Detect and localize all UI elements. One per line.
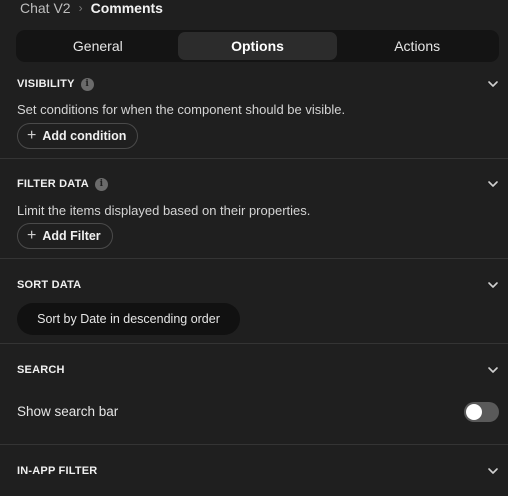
sort-data-section-header[interactable]: SORT DATA xyxy=(17,276,500,294)
section-title: IN-APP FILTER xyxy=(17,465,98,477)
add-filter-label: Add Filter xyxy=(42,229,101,243)
in-app-filter-section-header[interactable]: IN-APP FILTER xyxy=(17,462,500,480)
chevron-down-icon[interactable] xyxy=(486,77,500,91)
add-condition-label: Add condition xyxy=(42,129,127,143)
divider xyxy=(0,444,508,445)
divider xyxy=(0,258,508,259)
sort-rule-button[interactable]: Sort by Date in descending order xyxy=(17,303,240,335)
plus-icon: + xyxy=(27,227,37,244)
breadcrumb-parent[interactable]: Chat V2 xyxy=(20,0,71,16)
tab-general[interactable]: General xyxy=(18,32,178,60)
plus-icon: + xyxy=(27,127,37,144)
section-title: VISIBILITY xyxy=(17,78,75,90)
section-title: SORT DATA xyxy=(17,279,82,291)
filter-data-section-header[interactable]: FILTER DATA i xyxy=(17,175,500,193)
show-search-bar-toggle[interactable] xyxy=(464,402,499,422)
toggle-knob xyxy=(466,404,482,420)
tab-options[interactable]: Options xyxy=(177,32,338,60)
section-title: SEARCH xyxy=(17,364,65,376)
chevron-down-icon[interactable] xyxy=(486,363,500,377)
divider xyxy=(0,158,508,159)
tab-bar: General Options Actions xyxy=(16,30,499,62)
info-icon[interactable]: i xyxy=(80,77,94,91)
show-search-bar-label: Show search bar xyxy=(17,404,119,419)
section-title: FILTER DATA xyxy=(17,178,89,190)
info-icon[interactable]: i xyxy=(94,177,108,191)
search-section-header[interactable]: SEARCH xyxy=(17,361,500,379)
add-condition-button[interactable]: + Add condition xyxy=(17,123,139,149)
divider xyxy=(0,343,508,344)
visibility-description: Set conditions for when the component sh… xyxy=(17,102,346,117)
chevron-down-icon[interactable] xyxy=(486,177,500,191)
tab-actions[interactable]: Actions xyxy=(337,32,497,60)
breadcrumb-current: Comments xyxy=(90,0,163,16)
chevron-down-icon[interactable] xyxy=(486,464,500,478)
breadcrumb: Chat V2 › Comments xyxy=(20,0,163,16)
visibility-section-header[interactable]: VISIBILITY i xyxy=(17,75,500,93)
add-filter-button[interactable]: + Add Filter xyxy=(17,223,113,249)
chevron-down-icon[interactable] xyxy=(486,278,500,292)
filter-data-description: Limit the items displayed based on their… xyxy=(17,203,311,218)
breadcrumb-separator-icon: › xyxy=(78,1,83,15)
